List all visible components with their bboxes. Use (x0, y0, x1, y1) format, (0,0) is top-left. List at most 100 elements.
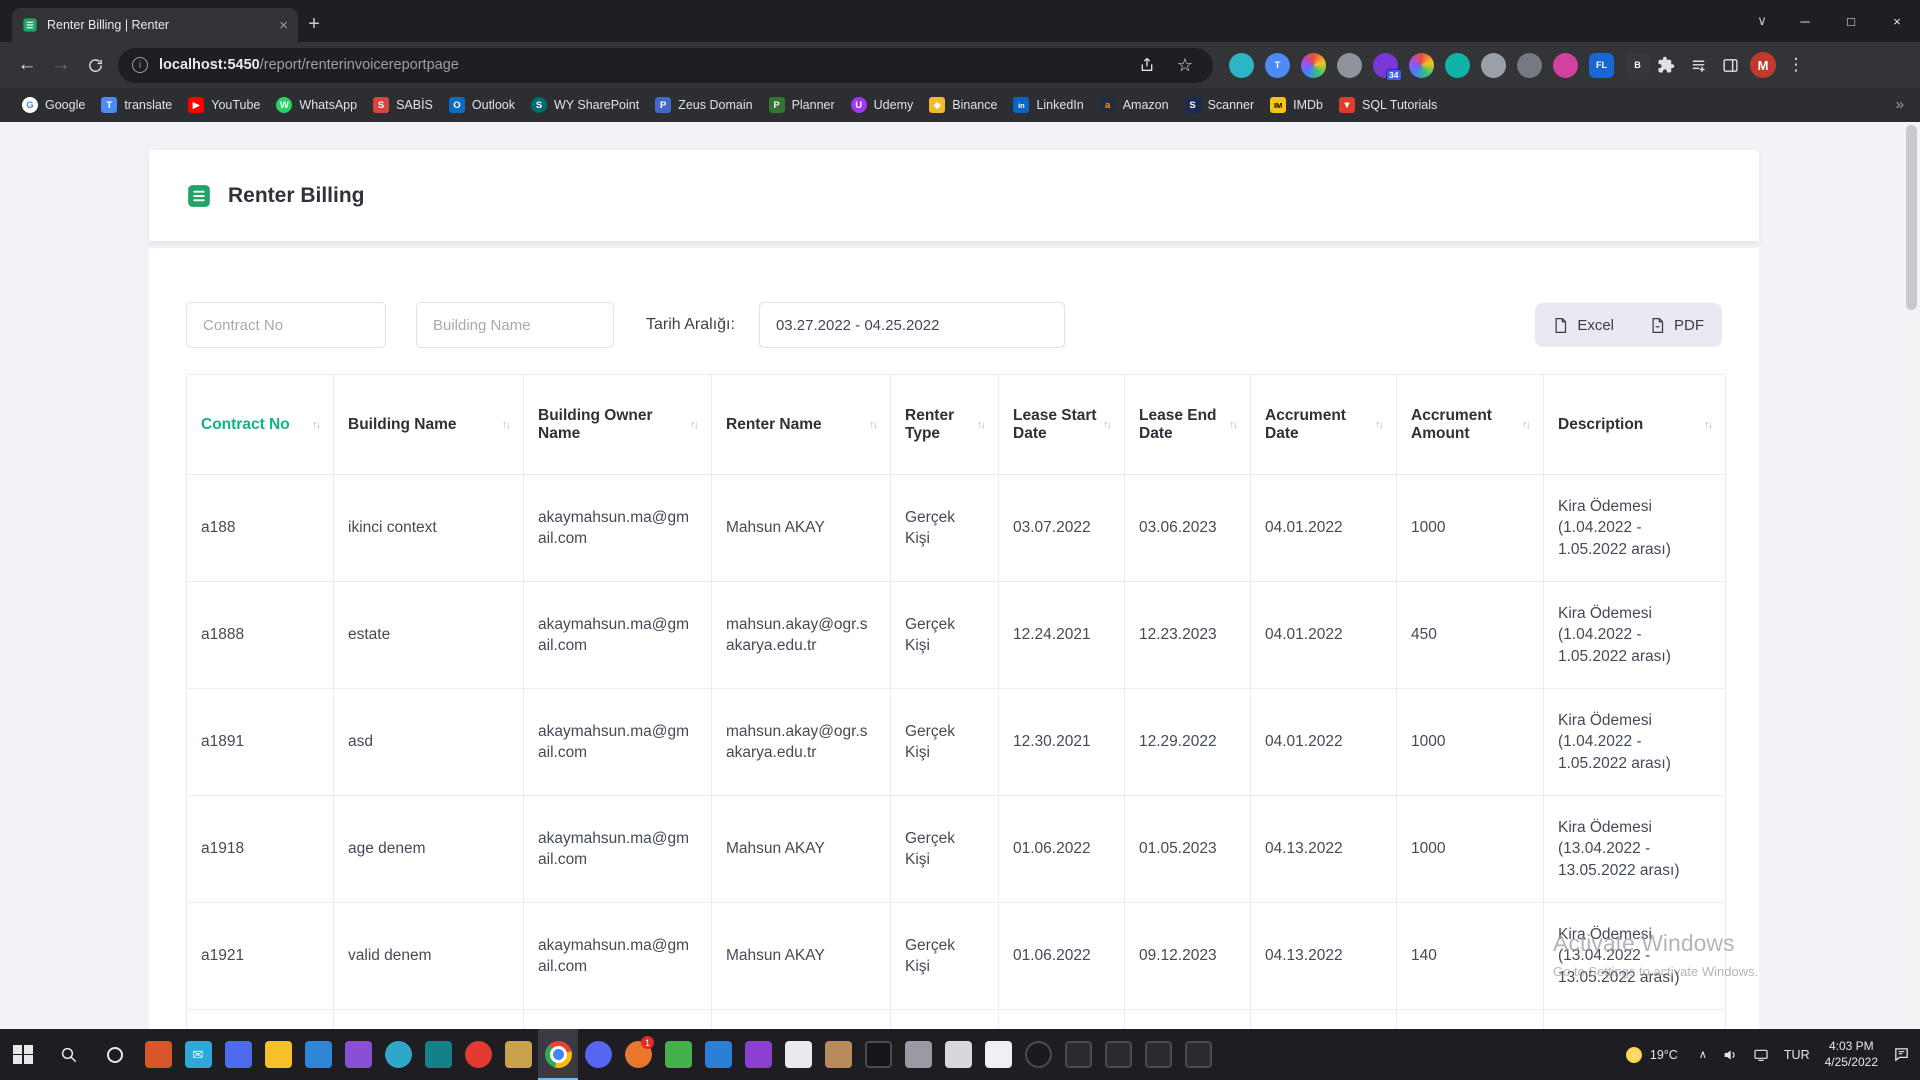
bookmark-star-icon[interactable]: ☆ (1169, 48, 1201, 82)
light-app-icon[interactable] (778, 1029, 818, 1080)
excel-export-button[interactable]: Excel (1535, 303, 1632, 347)
bookmark-item[interactable]: aAmazon (1092, 94, 1177, 116)
ball-app-icon[interactable] (1018, 1029, 1058, 1080)
cortana-icon[interactable] (92, 1029, 138, 1080)
column-header[interactable]: Building Name↑↓ (334, 375, 524, 475)
vscode-app-icon[interactable] (698, 1029, 738, 1080)
bookmark-item[interactable]: SWY SharePoint (523, 94, 647, 116)
start-button[interactable] (0, 1029, 46, 1080)
contract-no-input[interactable] (186, 302, 386, 348)
forward-icon[interactable]: → (44, 48, 78, 82)
weather-widget[interactable]: 19°C (1620, 1047, 1684, 1063)
grid-app-icon[interactable] (138, 1029, 178, 1080)
maximize-button[interactable]: □ (1828, 0, 1874, 42)
reload-icon[interactable] (78, 48, 112, 82)
tab-search-chevron-icon[interactable]: ∨ (1742, 13, 1782, 29)
bookmark-item[interactable]: IMIMDb (1262, 94, 1331, 116)
column-header[interactable]: Accrument Date↑↓ (1251, 375, 1397, 475)
chrome-browser-icon[interactable] (538, 1029, 578, 1080)
camera-extension-icon[interactable] (1517, 53, 1542, 78)
bookmark-item[interactable]: PPlanner (761, 94, 843, 116)
opera-browser-icon[interactable] (458, 1029, 498, 1080)
calculator-app-icon[interactable] (218, 1029, 258, 1080)
pdf-export-button[interactable]: PDF (1632, 303, 1722, 347)
column-header[interactable]: Renter Type↑↓ (891, 375, 999, 475)
new-tab-button[interactable]: + (298, 8, 330, 40)
terminal-app-icon[interactable] (858, 1029, 898, 1080)
column-header[interactable]: Accrument Amount↑↓ (1397, 375, 1544, 475)
bookmark-item[interactable]: SScanner (1177, 94, 1263, 116)
extensions-puzzle-icon[interactable] (1650, 48, 1682, 82)
tab-close-icon[interactable]: × (279, 17, 288, 34)
bookmark-item[interactable]: ▼SQL Tutorials (1331, 94, 1445, 116)
colorwheel-extension-icon[interactable] (1409, 53, 1434, 78)
column-header[interactable]: Contract No↑↓ (187, 375, 334, 475)
light-window-app-icon[interactable] (938, 1029, 978, 1080)
column-header[interactable]: Building Owner Name↑↓ (524, 375, 712, 475)
scrollbar-thumb[interactable] (1906, 125, 1917, 310)
teal-app-icon[interactable] (418, 1029, 458, 1080)
tray-chevron-icon[interactable]: ∧ (1699, 1048, 1707, 1061)
bookmark-item[interactable]: Ttranslate (93, 94, 180, 116)
date-range-input[interactable] (759, 302, 1065, 348)
guitar-app-icon[interactable] (818, 1029, 858, 1080)
bookmarks-overflow-icon[interactable]: » (1896, 96, 1904, 113)
volume-icon[interactable] (1722, 1047, 1738, 1063)
network-icon[interactable] (1753, 1047, 1769, 1063)
close-button[interactable]: × (1874, 0, 1920, 42)
screen-app-icon-1[interactable] (1058, 1029, 1098, 1080)
fl-extension-icon[interactable]: FL (1589, 53, 1614, 78)
bookmark-item[interactable]: UUdemy (843, 94, 922, 116)
taskbar-clock[interactable]: 4:03 PM 4/25/2022 (1825, 1039, 1878, 1070)
page-scrollbar[interactable] (1903, 122, 1920, 1029)
column-header[interactable]: Renter Name↑↓ (712, 375, 891, 475)
column-header[interactable]: Lease End Date↑↓ (1125, 375, 1251, 475)
screen-app-icon-2[interactable] (1098, 1029, 1138, 1080)
prism-app-icon[interactable] (978, 1029, 1018, 1080)
action-center-icon[interactable] (1893, 1046, 1910, 1063)
video-downloader-extension-icon[interactable]: 34 (1373, 53, 1398, 78)
lightning-extension-icon[interactable] (1553, 53, 1578, 78)
bookmark-item[interactable]: OOutlook (441, 94, 523, 116)
screen-app-icon-4[interactable] (1178, 1029, 1218, 1080)
bookmark-item[interactable]: ▶YouTube (180, 94, 268, 116)
bookmark-item[interactable]: inLinkedIn (1005, 94, 1091, 116)
share-icon[interactable] (1131, 48, 1163, 82)
bookmark-item[interactable]: WWhatsApp (268, 94, 365, 116)
visual-studio-app-icon[interactable] (738, 1029, 778, 1080)
messaging-app-icon[interactable] (298, 1029, 338, 1080)
address-bar[interactable]: i localhost:5450/report/renterinvoicerep… (118, 48, 1213, 83)
column-header[interactable]: Description↑↓ (1544, 375, 1726, 475)
toad-app-icon[interactable]: 1 (618, 1029, 658, 1080)
gray-extension-icon[interactable] (1337, 53, 1362, 78)
building-name-input[interactable] (416, 302, 614, 348)
side-panel-icon[interactable] (1714, 48, 1746, 82)
file-explorer-icon[interactable] (258, 1029, 298, 1080)
taskbar-search-icon[interactable] (46, 1029, 92, 1080)
column-header[interactable]: Lease Start Date↑↓ (999, 375, 1125, 475)
cloud-extension-icon[interactable] (1229, 53, 1254, 78)
bookmark-item[interactable]: SSABİS (365, 94, 441, 116)
site-info-icon[interactable]: i (132, 57, 148, 73)
back-icon[interactable]: ← (10, 48, 44, 82)
mail-app-icon[interactable]: ✉ (178, 1029, 218, 1080)
green-app-icon[interactable] (658, 1029, 698, 1080)
teal-extension-icon[interactable] (1445, 53, 1470, 78)
edge-browser-icon[interactable] (378, 1029, 418, 1080)
profile-avatar[interactable]: M (1750, 52, 1776, 78)
reading-list-icon[interactable] (1682, 48, 1714, 82)
b-extension-icon[interactable]: B (1625, 53, 1650, 78)
shield-extension-icon[interactable] (1481, 53, 1506, 78)
bookmark-item[interactable]: PZeus Domain (647, 94, 760, 116)
browser-tab[interactable]: Renter Billing | Renter × (12, 8, 298, 42)
translate-extension-icon[interactable]: T (1265, 53, 1290, 78)
menu-kebab-icon[interactable]: ⋮ (1780, 48, 1812, 82)
screen-app-icon-3[interactable] (1138, 1029, 1178, 1080)
discord-app-icon[interactable] (578, 1029, 618, 1080)
language-indicator[interactable]: TUR (1784, 1048, 1810, 1062)
minimize-button[interactable]: ─ (1782, 0, 1828, 42)
pinwheel-extension-icon[interactable] (1301, 53, 1326, 78)
flask-app-icon[interactable] (338, 1029, 378, 1080)
gray-window-app-icon[interactable] (898, 1029, 938, 1080)
amber-app-icon[interactable] (498, 1029, 538, 1080)
